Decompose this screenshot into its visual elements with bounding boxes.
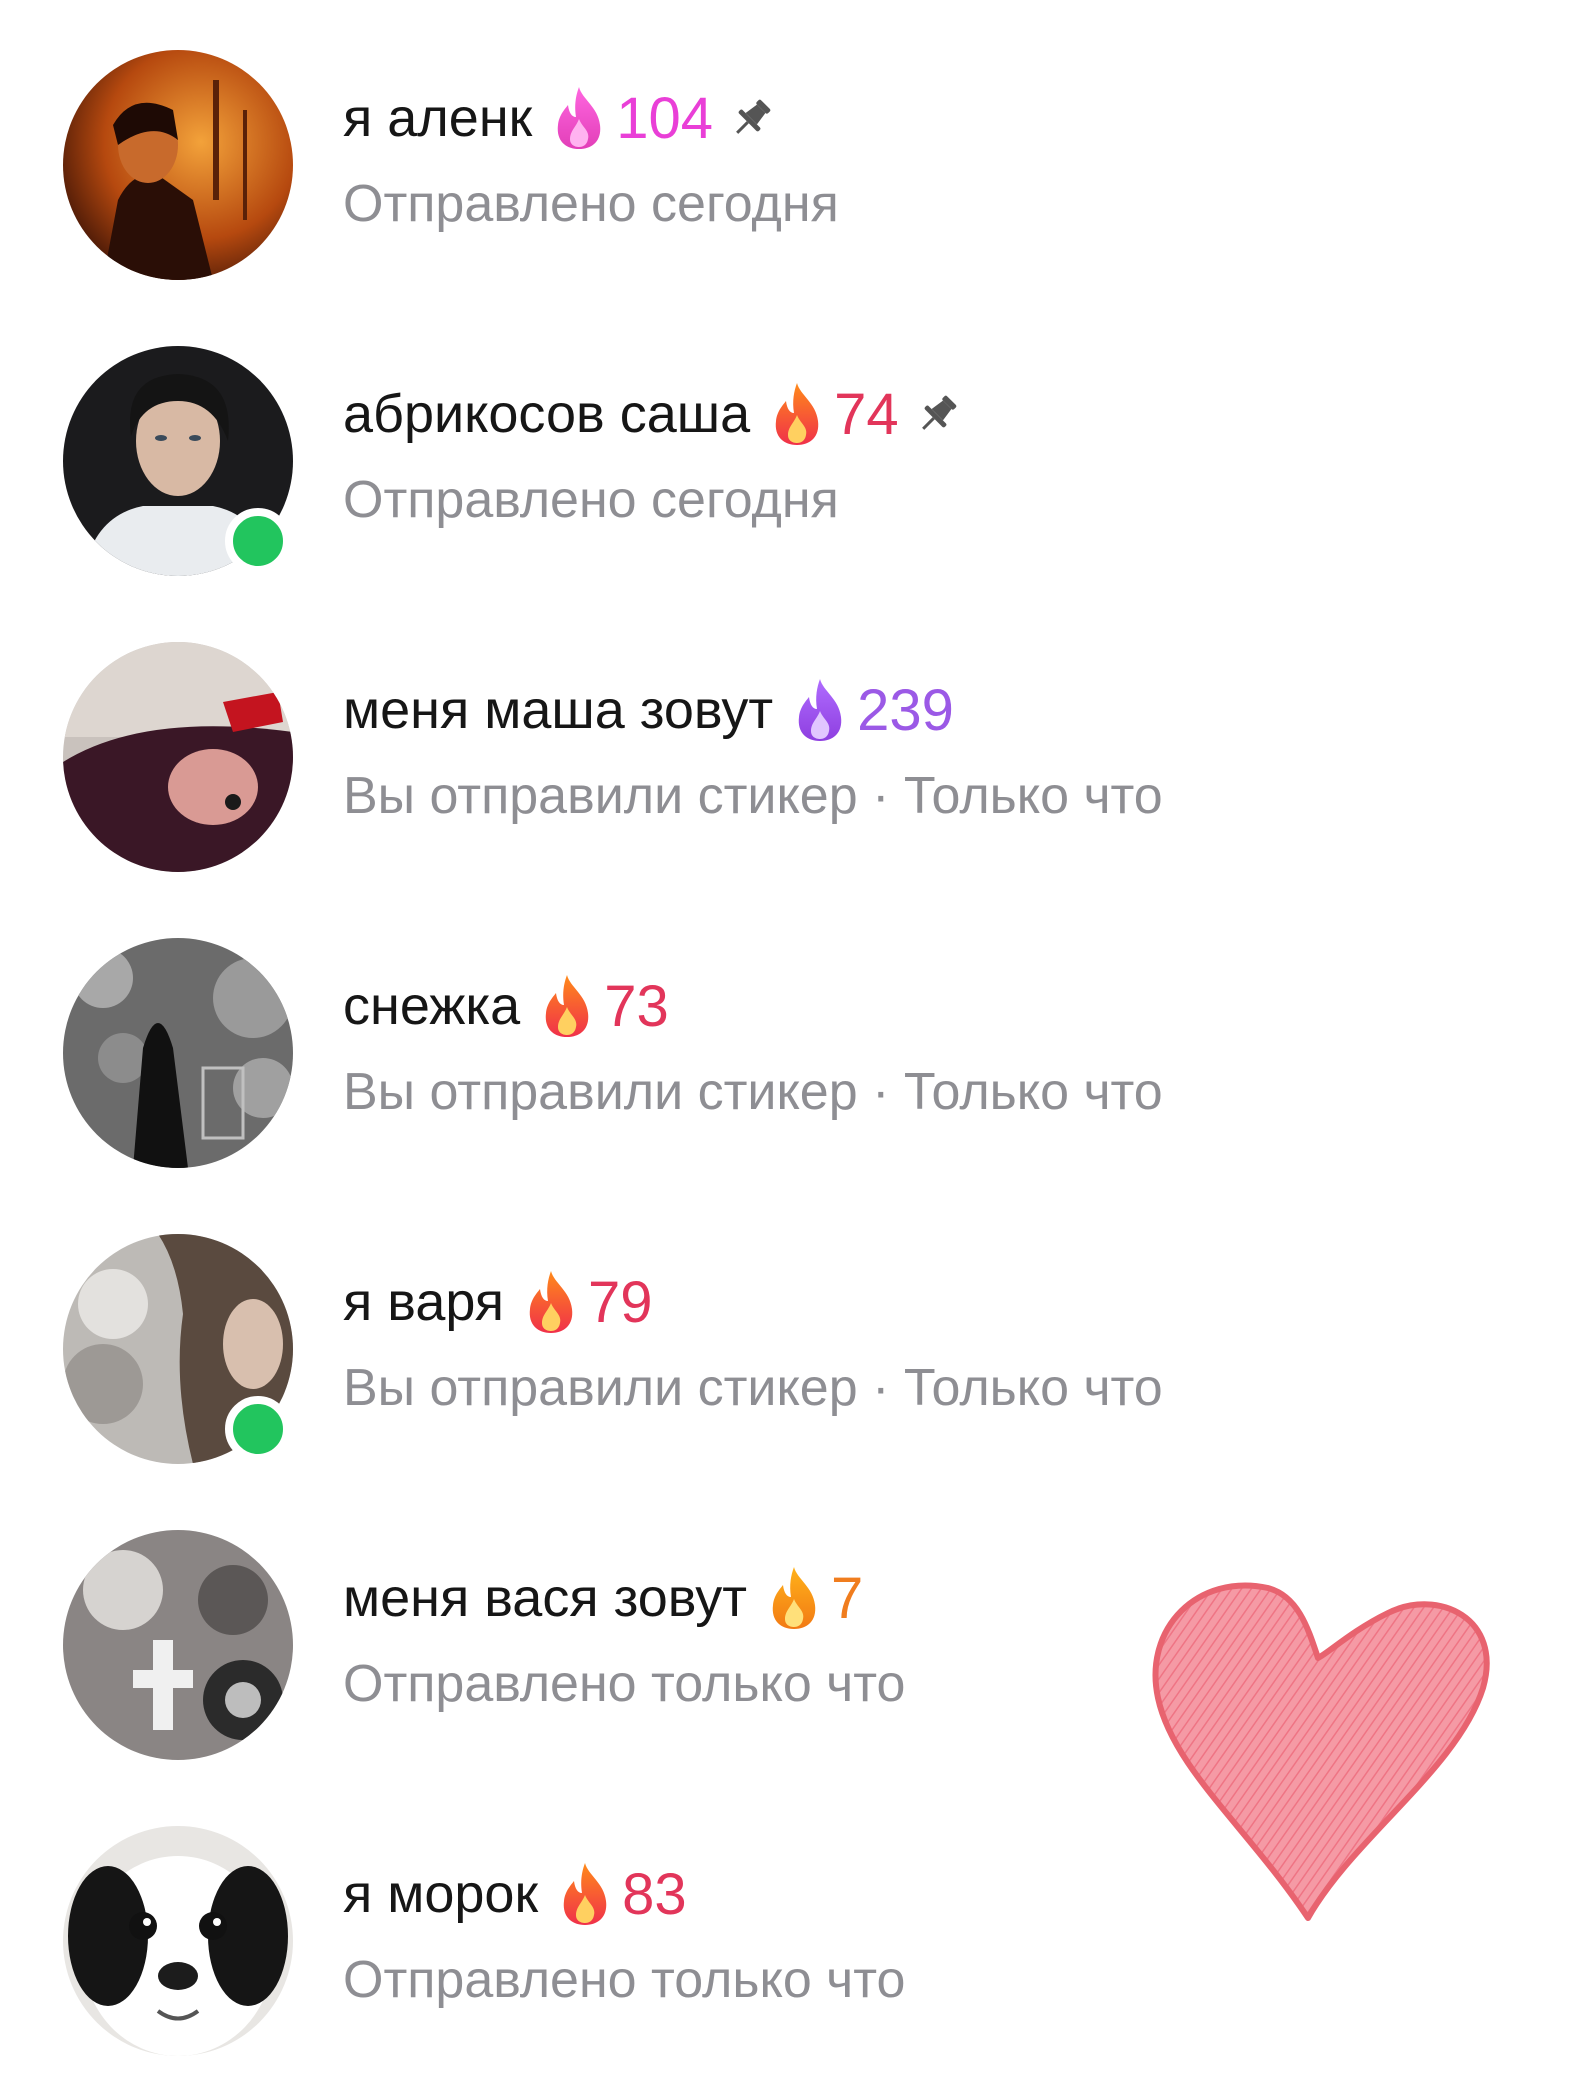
avatar-image	[63, 1826, 293, 2056]
last-message-status: Вы отправили стикер · Только что	[343, 1063, 1163, 1121]
contact-name: я аленк	[343, 88, 533, 148]
avatar[interactable]	[63, 1826, 293, 2056]
last-message-status: Вы отправили стикер · Только что	[343, 1359, 1163, 1417]
chat-row-varya[interactable]: я варя 79 Вы отправили стикер · Только ч…	[0, 1234, 1576, 1504]
red-flame-icon	[770, 381, 824, 447]
chat-row-masha[interactable]: меня маша зовут 239 Вы отправили стикер …	[0, 642, 1576, 912]
chat-row-sasha[interactable]: абрикосов саша 74 Отправлено сегодня	[0, 346, 1576, 616]
avatar[interactable]	[63, 50, 293, 280]
streak-count: 74	[834, 381, 899, 447]
pin-icon	[729, 95, 775, 141]
last-message-status: Отправлено сегодня	[343, 471, 839, 529]
avatar[interactable]	[63, 1530, 293, 1760]
pin-icon	[915, 391, 961, 437]
contact-name: меня вася зовут	[343, 1568, 747, 1628]
last-message-status: Отправлено сегодня	[343, 175, 839, 233]
streak-count: 104	[616, 85, 714, 151]
streak-count: 79	[588, 1269, 653, 1335]
chat-row-alenk[interactable]: я аленк 104 Отправлено сегодня	[0, 50, 1576, 320]
heart-sticker-icon	[1138, 1568, 1498, 1928]
avatar-image	[63, 50, 293, 280]
last-message-status: Отправлено только что	[343, 1951, 906, 2009]
contact-name: я варя	[343, 1272, 505, 1332]
orange-flame-icon	[767, 1565, 821, 1631]
red-flame-icon	[540, 973, 594, 1039]
contact-name: абрикосов саша	[343, 384, 751, 444]
contact-name: я морок	[343, 1864, 539, 1924]
streak-count: 239	[857, 677, 954, 743]
avatar-image	[63, 1530, 293, 1760]
red-flame-icon	[558, 1861, 612, 1927]
last-message-status: Отправлено только что	[343, 1655, 906, 1713]
last-message-status: Вы отправили стикер · Только что	[343, 767, 1163, 825]
streak-count: 73	[604, 973, 669, 1039]
contact-name: снежка	[343, 976, 521, 1036]
red-flame-icon	[524, 1269, 578, 1335]
purple-flame-icon	[793, 677, 847, 743]
avatar-image	[63, 642, 293, 872]
online-indicator	[225, 508, 291, 574]
chat-row-snezhka[interactable]: снежка 73 Вы отправили стикер · Только ч…	[0, 938, 1576, 1208]
streak-count: 7	[831, 1565, 864, 1631]
avatar[interactable]	[63, 938, 293, 1168]
contact-name: меня маша зовут	[343, 680, 774, 740]
online-indicator	[225, 1396, 291, 1462]
avatar[interactable]	[63, 642, 293, 872]
avatar-image	[63, 938, 293, 1168]
streak-count: 83	[622, 1861, 687, 1927]
pink-flame-icon	[552, 85, 606, 151]
